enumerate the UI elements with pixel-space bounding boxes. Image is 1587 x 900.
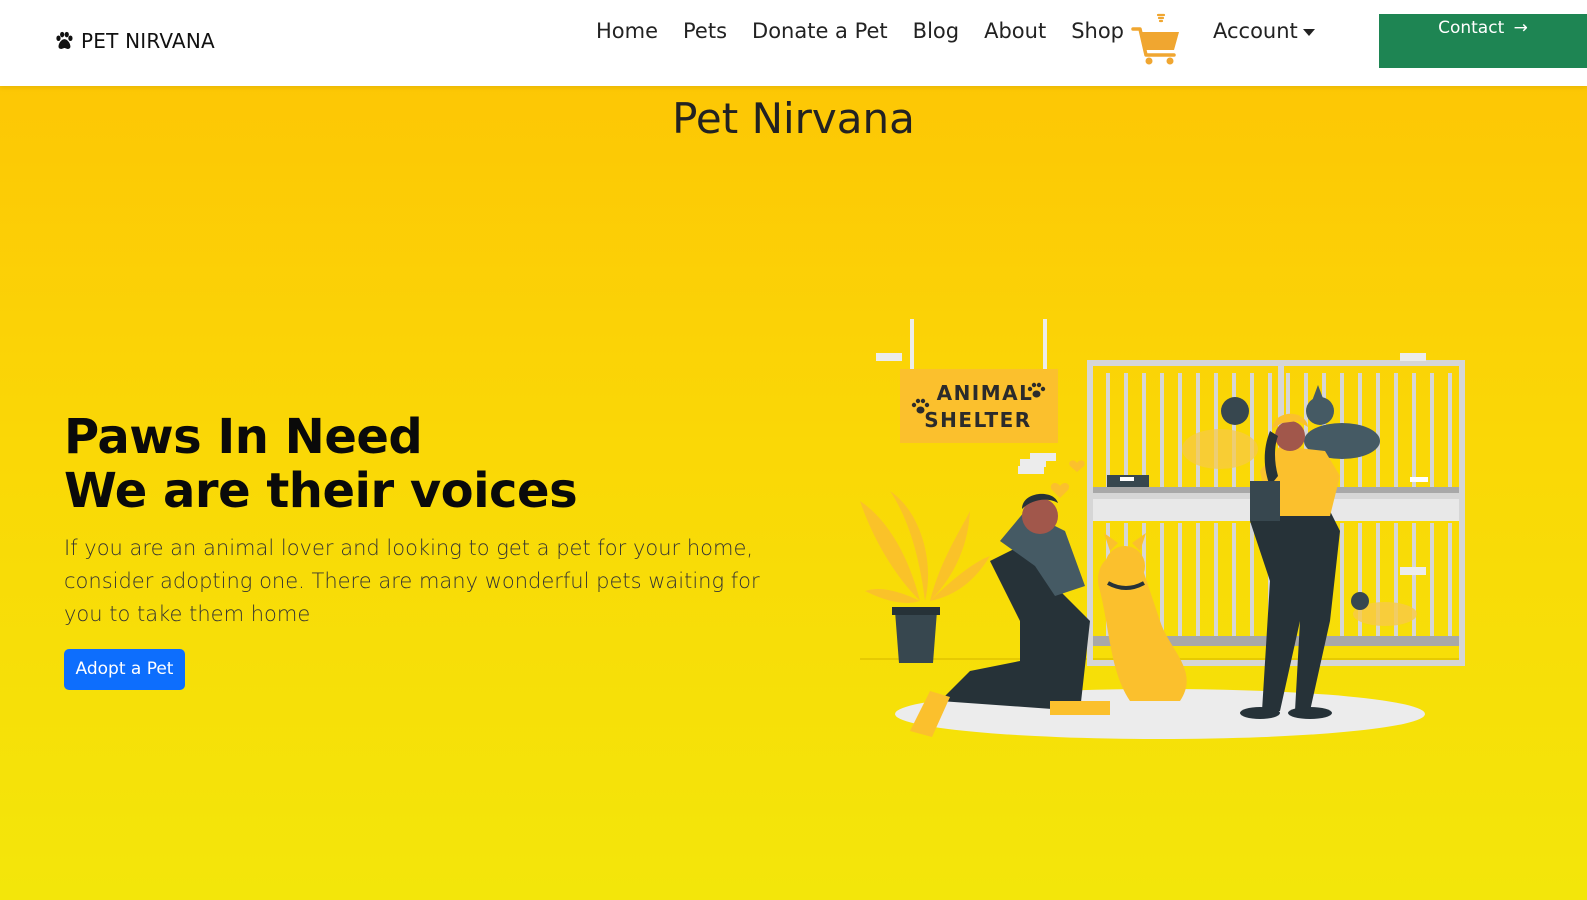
arrow-right-icon: → (1513, 18, 1528, 38)
page-title: Pet Nirvana (672, 94, 915, 143)
nav-link-blog[interactable]: Blog (913, 16, 959, 46)
headline-line-2: We are their voices (64, 463, 578, 519)
paw-icon (56, 31, 73, 49)
animal-shelter-illustration: ANIMAL SHELTER (860, 319, 1465, 739)
caret-down-icon (1302, 28, 1315, 36)
contact-button[interactable]: Contact → (1379, 14, 1587, 68)
brand-logo[interactable]: PET NIRVANA (53, 29, 215, 53)
nav-link-shop[interactable]: Shop (1071, 16, 1124, 46)
nav-link-donate[interactable]: Donate a Pet (752, 16, 888, 46)
account-dropdown[interactable]: Account (1213, 16, 1315, 46)
nav-link-home[interactable]: Home (596, 16, 658, 46)
sign-line-2: SHELTER (924, 408, 1031, 432)
nav-link-pets[interactable]: Pets (683, 16, 727, 46)
contact-label: Contact (1438, 18, 1505, 38)
shopping-cart-icon (1131, 13, 1179, 65)
hero-description: If you are an animal lover and looking t… (64, 536, 760, 626)
account-label: Account (1213, 19, 1298, 43)
nav-links: Home Pets Donate a Pet Blog About Shop (596, 16, 1149, 46)
brand-name: PET NIRVANA (81, 29, 215, 53)
sign-line-1: ANIMAL (937, 381, 1034, 405)
cart-button[interactable] (1131, 13, 1183, 67)
hero-section: Pet Nirvana Paws In Need We are their vo… (0, 86, 1587, 900)
adopt-a-pet-button[interactable]: Adopt a Pet (64, 649, 185, 690)
hero-headline: Paws In Need We are their voices (64, 409, 578, 519)
headline-line-1: Paws In Need (64, 409, 423, 465)
navbar: PET NIRVANA Home Pets Donate a Pet Blog … (0, 0, 1587, 86)
nav-link-about[interactable]: About (984, 16, 1046, 46)
